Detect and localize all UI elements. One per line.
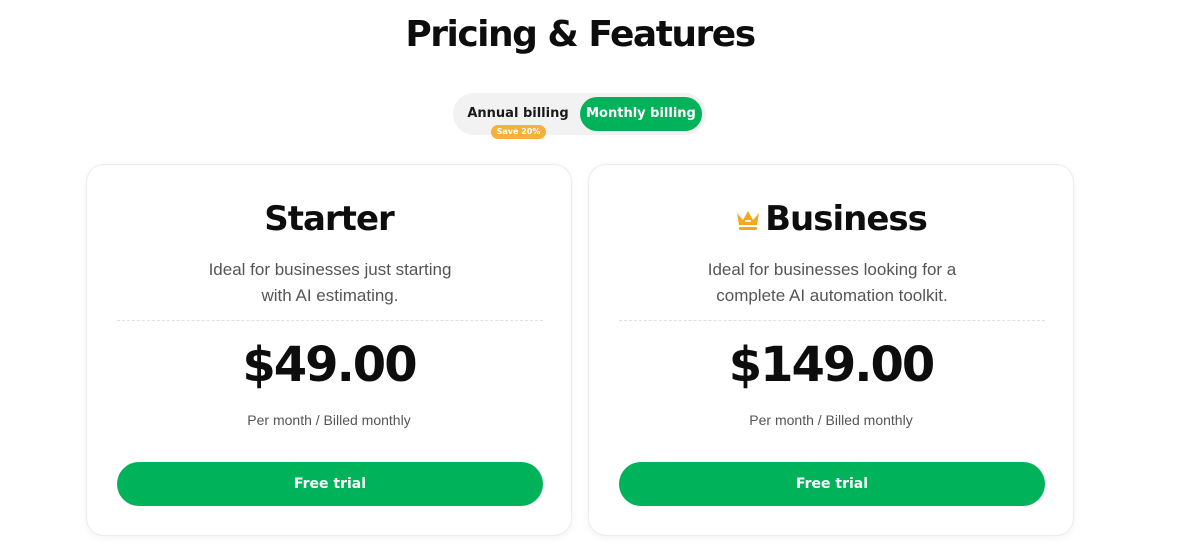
plan-name: Business (589, 199, 1073, 239)
billing-note: Per month / Billed monthly (749, 412, 913, 428)
divider (117, 320, 543, 321)
plan-description-line: complete AI automation toolkit. (716, 286, 948, 305)
billing-note: Per month / Billed monthly (247, 412, 411, 428)
save-badge: Save 20% (491, 125, 546, 139)
plan-description: Ideal for businesses just starting with … (180, 257, 480, 309)
plan-name-label: Starter (264, 199, 395, 239)
plan-card-business: Business Ideal for businesses looking fo… (588, 164, 1074, 536)
plan-name-label: Business (765, 199, 928, 239)
plan-card-starter: Starter Ideal for businesses just starti… (86, 164, 572, 536)
monthly-billing-option[interactable]: Monthly billing (580, 97, 702, 131)
page-title: Pricing & Features (405, 14, 756, 55)
billing-toggle: Annual billing Monthly billing Save 20% (453, 93, 706, 139)
plan-description-line: Ideal for businesses just starting (208, 260, 452, 279)
plan-description-line: with AI estimating. (261, 286, 399, 305)
plan-price: $49.00 (242, 337, 417, 393)
divider (619, 320, 1045, 321)
plan-description: Ideal for businesses looking for a compl… (682, 257, 982, 309)
free-trial-button[interactable]: Free trial (619, 462, 1045, 506)
plan-description-line: Ideal for businesses looking for a (707, 260, 957, 279)
pricing-page: Pricing & Features Annual billing Monthl… (0, 0, 1200, 546)
plan-price: $149.00 (728, 337, 936, 393)
crown-icon (737, 211, 760, 230)
plan-name: Starter (87, 199, 571, 239)
free-trial-button[interactable]: Free trial (117, 462, 543, 506)
